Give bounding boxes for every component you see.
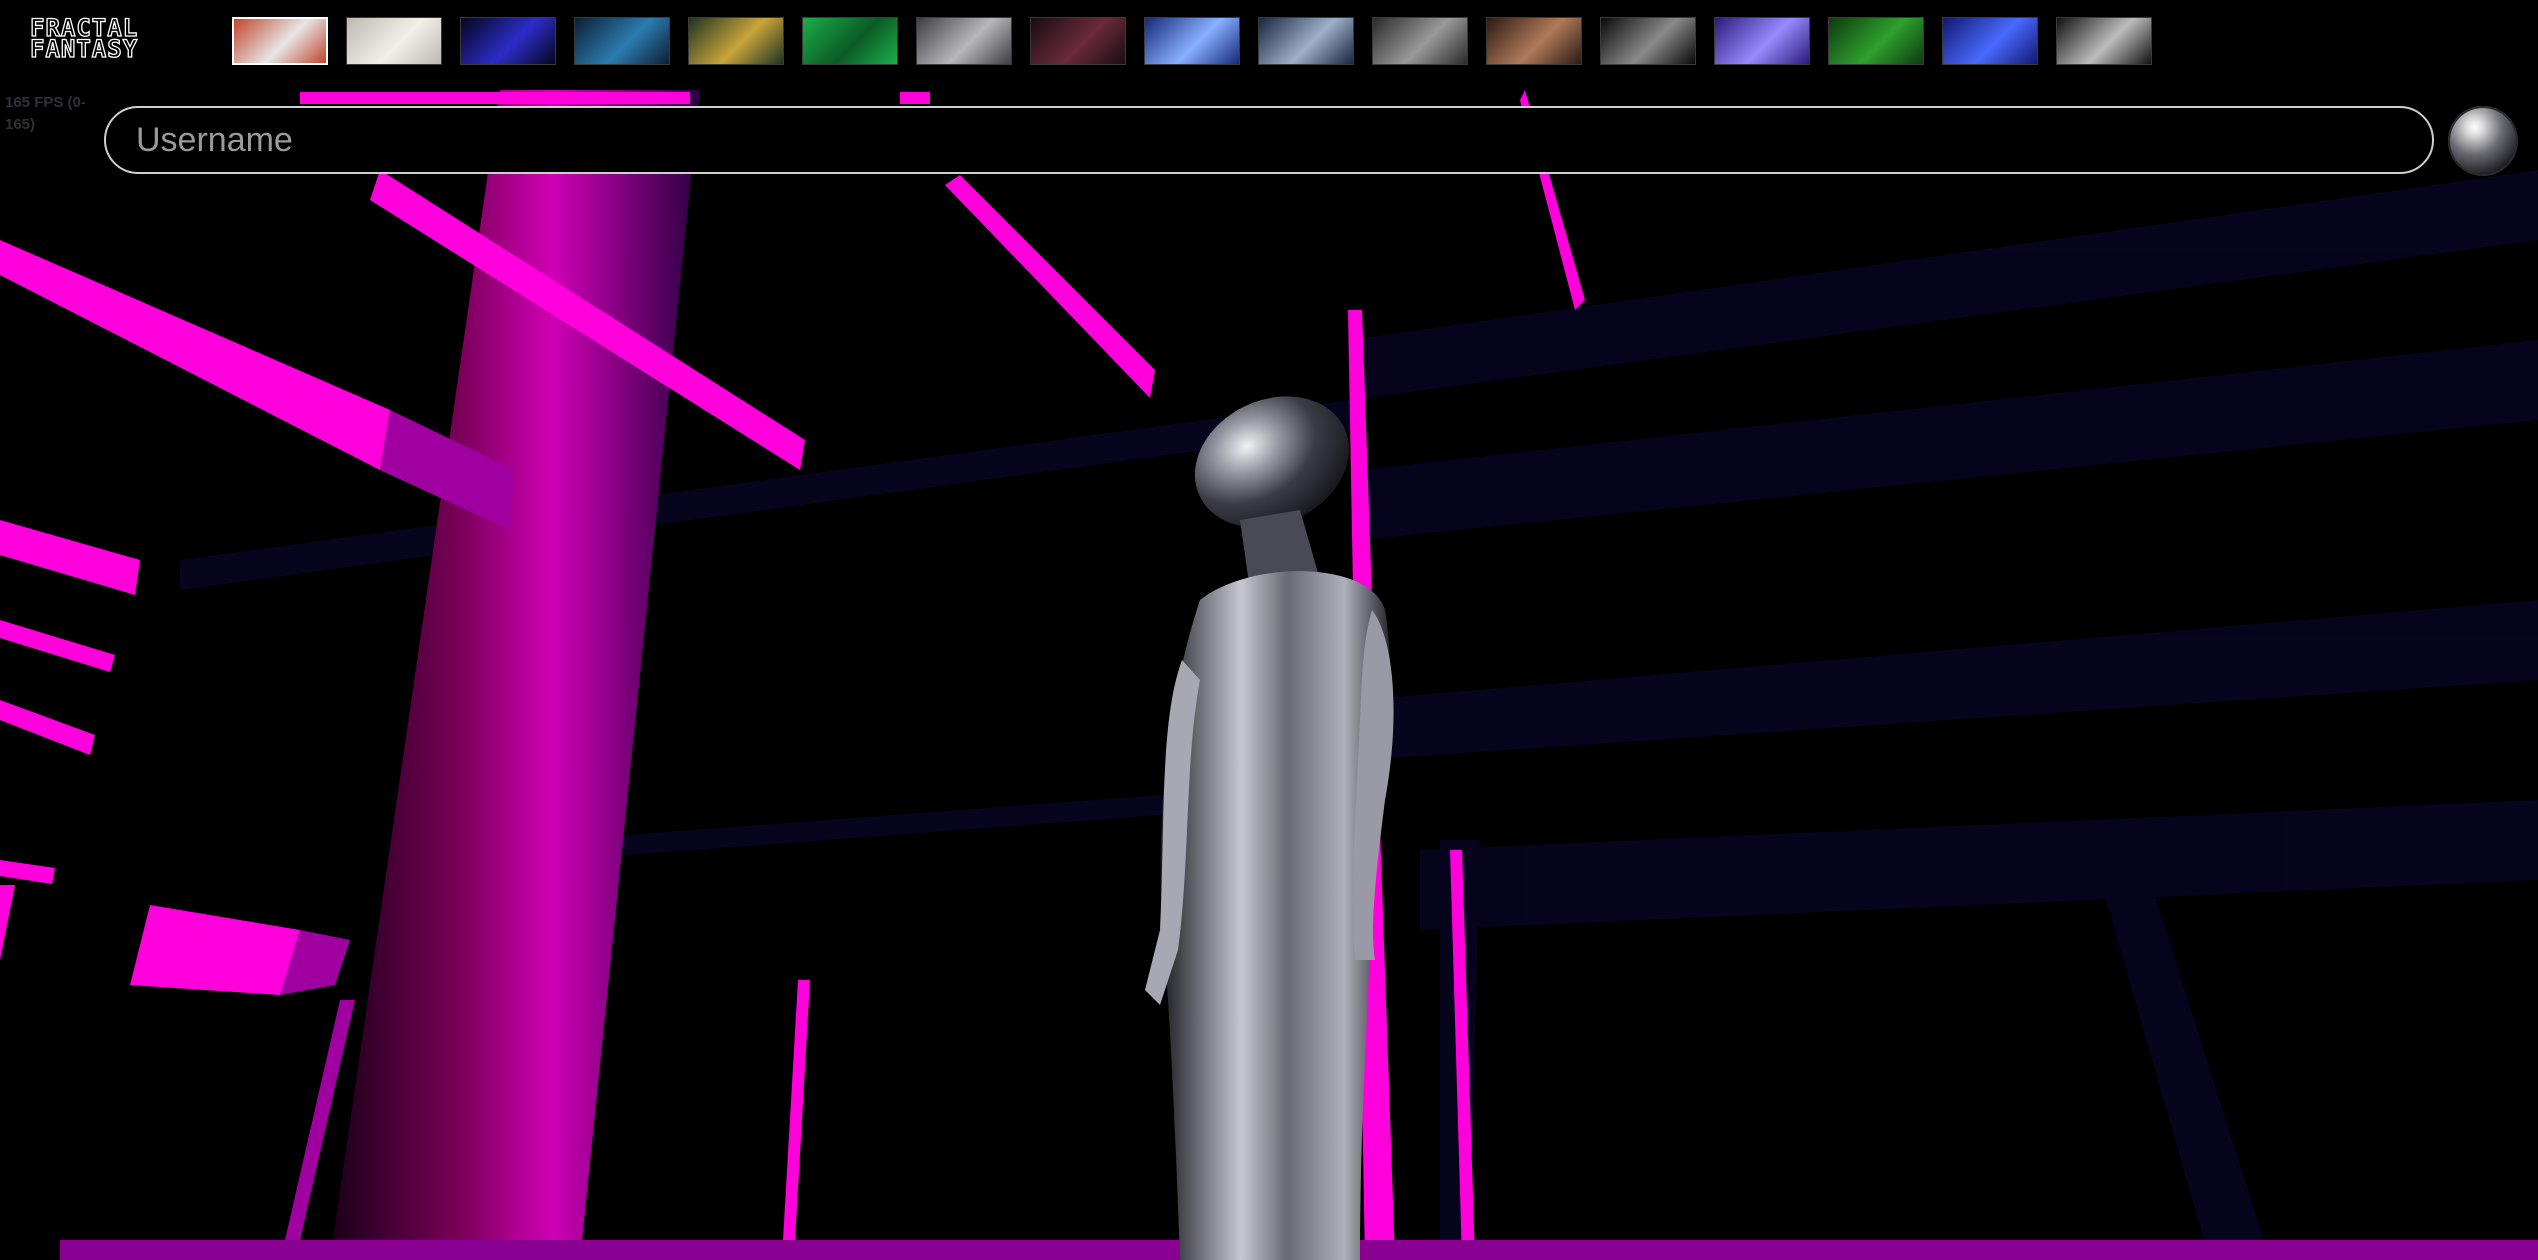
room-thumbnail-16[interactable] [1942,17,2038,65]
room-thumbnail-14[interactable] [1714,17,1810,65]
room-thumbnail-2[interactable] [346,17,442,65]
fractal-fantasy-logo[interactable]: FRACTAL FANTASY [29,15,200,64]
logo-line-2: FANTASY [29,35,139,63]
room-thumbnail-9[interactable] [1144,17,1240,65]
room-thumbnail-1[interactable] [232,17,328,65]
room-thumbnail-15[interactable] [1828,17,1924,65]
fps-counter: 165 FPS (0-165) [5,94,86,133]
room-thumbnail-4[interactable] [574,17,670,65]
scene-viewport[interactable] [0,0,2538,1260]
room-thumbnail-8[interactable] [1030,17,1126,65]
room-thumbnail-6[interactable] [802,17,898,65]
top-bar: FRACTAL FANTASY [0,0,2538,84]
room-thumbnail-13[interactable] [1600,17,1696,65]
room-thumbnail-5[interactable] [688,17,784,65]
room-thumbnail-11[interactable] [1372,17,1468,65]
avatar-orb-button[interactable] [2448,106,2518,176]
room-thumbnail-17[interactable] [2056,17,2152,65]
room-thumbnail-3[interactable] [460,17,556,65]
room-thumbnail-10[interactable] [1258,17,1354,65]
room-thumbnail-7[interactable] [916,17,1012,65]
username-input[interactable] [104,106,2434,174]
room-thumbnail-12[interactable] [1486,17,1582,65]
